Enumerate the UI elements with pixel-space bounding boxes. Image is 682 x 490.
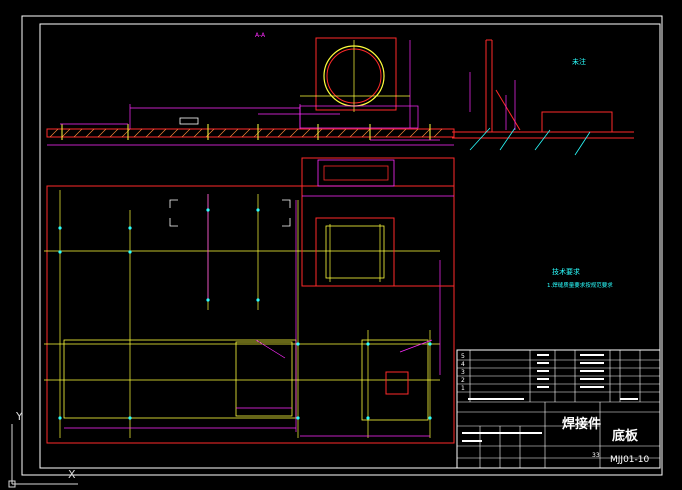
title-sheet-count: 33 bbox=[592, 452, 600, 459]
detail-top-channel bbox=[317, 159, 395, 187]
ring-detail bbox=[299, 37, 419, 129]
side-support-block bbox=[541, 111, 613, 133]
side-view: 未注 bbox=[452, 39, 634, 156]
plan-centerlines bbox=[44, 190, 440, 438]
ucs-y-label: Y bbox=[15, 410, 23, 423]
plan-bolt-marks bbox=[58, 208, 432, 420]
detail-square-pad bbox=[315, 217, 395, 287]
plan-view bbox=[44, 185, 455, 444]
parts-row-number: 5 bbox=[461, 353, 465, 360]
tech-requirements-item-1: 1.焊缝质量要求按规范要求 bbox=[547, 281, 613, 289]
ucs-x-label: X bbox=[68, 468, 76, 481]
elevation-bolt-marks bbox=[61, 124, 431, 140]
inner-border bbox=[39, 23, 661, 469]
tech-requirements: 技术要求 1.焊缝质量要求按规范要求 bbox=[547, 267, 613, 289]
elevation-nameplate bbox=[179, 117, 199, 125]
parts-row-number: 4 bbox=[461, 361, 465, 368]
outer-border bbox=[21, 15, 663, 476]
base-plate-outline bbox=[46, 185, 455, 444]
drawing-frame bbox=[21, 15, 663, 476]
cad-drawing-canvas[interactable]: A-A 未注 技术要求 1.焊缝质量要求按规范要求 5 4 3 2 1 焊接件 … bbox=[0, 0, 682, 490]
parts-row-number: 1 bbox=[461, 385, 465, 392]
title-part-name: 底板 bbox=[612, 428, 639, 444]
tech-requirements-title: 技术要求 bbox=[552, 267, 580, 276]
detail-box-outline bbox=[301, 157, 455, 287]
plan-bay-left bbox=[63, 339, 297, 419]
plan-bay-center bbox=[235, 341, 293, 417]
plan-small-pad bbox=[385, 371, 409, 395]
plan-corner-ticks bbox=[169, 199, 291, 227]
parts-row-number: 2 bbox=[461, 377, 465, 384]
title-drawing-number: MJJ01-10 bbox=[610, 455, 649, 465]
base-plate-hatch bbox=[49, 128, 443, 138]
title-category: 焊接件 bbox=[562, 416, 601, 432]
plan-detail-boxes bbox=[301, 157, 455, 287]
title-block: 5 4 3 2 1 焊接件 底板 MJJ01-10 33 bbox=[456, 349, 661, 469]
parts-row-number: 3 bbox=[461, 369, 465, 376]
section-label: A-A bbox=[255, 32, 266, 39]
parts-list-grid bbox=[457, 350, 660, 468]
weld-symbol-note: 未注 bbox=[572, 57, 586, 66]
